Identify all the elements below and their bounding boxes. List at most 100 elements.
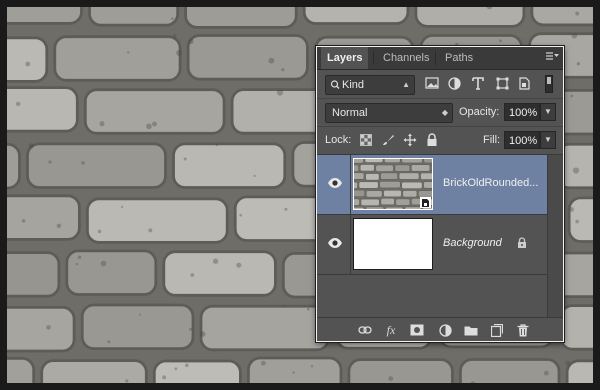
- layer-thumbnail: [353, 158, 433, 210]
- stone-pit: [152, 121, 157, 127]
- stone-pit: [174, 367, 178, 371]
- brick: [172, 142, 287, 189]
- stone-pit: [127, 51, 130, 54]
- trash-icon[interactable]: [515, 322, 531, 338]
- mask-icon[interactable]: [409, 322, 425, 338]
- tab-layers[interactable]: Layers: [321, 47, 369, 69]
- stone-pit: [199, 331, 206, 337]
- brick: [401, 159, 423, 164]
- filter-toggle-switch[interactable]: [545, 75, 553, 93]
- brick: [83, 88, 226, 135]
- stone-pit: [499, 39, 502, 43]
- layers-scrollbar[interactable]: [547, 155, 563, 317]
- fill-dropdown-icon[interactable]: ▼: [540, 131, 556, 149]
- brick: [359, 164, 375, 172]
- new-layer-icon[interactable]: [489, 322, 505, 338]
- stone-pit: [185, 363, 189, 368]
- stone-pit: [239, 213, 242, 217]
- filter-kind-select[interactable]: Kind ▲: [325, 75, 415, 95]
- brick: [354, 207, 365, 209]
- divider: [350, 215, 351, 275]
- lock-position-icon[interactable]: [403, 133, 417, 147]
- brick: [379, 181, 401, 189]
- filter-shape-icon[interactable]: [495, 76, 509, 90]
- stone-pit: [276, 89, 284, 96]
- opacity-label: Opacity:: [459, 106, 500, 118]
- stone-pit: [171, 17, 174, 20]
- stone-pit: [215, 143, 219, 147]
- stone-pit: [261, 360, 266, 366]
- brick: [384, 159, 401, 163]
- blend-mode-select[interactable]: Normal ◆: [325, 103, 453, 123]
- stone-pit: [148, 228, 153, 233]
- lock-transparent-pixels-icon[interactable]: [359, 133, 373, 147]
- blend-row: Normal ◆ Opacity: 100% ▼: [317, 98, 563, 127]
- layer-row-brick[interactable]: BrickOldRounded...: [317, 155, 547, 215]
- stone-pit: [56, 223, 62, 228]
- brick: [365, 206, 385, 209]
- tab-paths[interactable]: Paths: [439, 47, 479, 69]
- brick: [162, 250, 277, 297]
- brick: [354, 181, 358, 189]
- stone-pit: [284, 207, 288, 211]
- brick: [199, 304, 330, 352]
- stone-pit: [268, 57, 275, 64]
- opacity-input[interactable]: 100%: [504, 103, 540, 121]
- filter-adjustment-icon[interactable]: [447, 76, 461, 90]
- filter-row: Kind ▲: [317, 70, 563, 99]
- eye-icon[interactable]: [327, 237, 343, 249]
- brick: [423, 181, 432, 189]
- brick: [186, 34, 309, 81]
- lock-image-pixels-icon[interactable]: [381, 133, 395, 147]
- brick: [411, 164, 431, 172]
- brick: [380, 198, 395, 206]
- stone-pit: [318, 37, 321, 40]
- brick: [395, 198, 411, 206]
- brick: [383, 190, 402, 198]
- stone-pit: [283, 304, 286, 307]
- folder-icon[interactable]: [463, 322, 479, 338]
- layers-list: BrickOldRounded... Background: [317, 155, 547, 317]
- document-canvas[interactable]: Layers Channels Paths Kind ▲ Normal ◆ Op…: [0, 0, 600, 390]
- brick: [86, 197, 229, 244]
- adjustment-icon[interactable]: [437, 322, 453, 338]
- filter-pixel-icon[interactable]: [425, 76, 439, 90]
- brick: [354, 198, 360, 206]
- tab-divider: [435, 51, 436, 65]
- tab-channels[interactable]: Channels: [377, 47, 435, 69]
- stone-pit: [25, 61, 31, 67]
- stone-pit: [575, 11, 580, 16]
- stone-pit: [138, 313, 141, 316]
- brick: [360, 198, 380, 206]
- opacity-dropdown-icon[interactable]: ▼: [540, 103, 556, 121]
- eye-icon[interactable]: [327, 177, 343, 189]
- brick: [431, 164, 432, 172]
- layer-row-background[interactable]: Background: [317, 215, 547, 275]
- brick: [0, 194, 81, 241]
- stone-pit: [48, 160, 52, 164]
- brick: [423, 159, 432, 164]
- divider: [350, 155, 351, 215]
- layer-name[interactable]: Background: [443, 237, 502, 249]
- panel-tab-bar: Layers Channels Paths: [317, 47, 563, 70]
- brick: [0, 251, 61, 298]
- stone-pit: [16, 101, 21, 107]
- layer-name[interactable]: BrickOldRounded...: [443, 177, 538, 189]
- filter-smart-object-icon[interactable]: [517, 76, 531, 90]
- stone-pit: [565, 360, 571, 366]
- panel-menu-icon[interactable]: [545, 51, 559, 65]
- brick: [80, 303, 195, 350]
- link-icon[interactable]: [357, 322, 373, 338]
- brick: [354, 164, 359, 172]
- stone-pit: [281, 68, 285, 72]
- chevron-updown-icon: ▲: [402, 80, 410, 89]
- lock-all-icon[interactable]: [425, 133, 439, 147]
- filter-kind-label: Kind: [342, 79, 365, 91]
- stone-pit: [75, 262, 79, 266]
- stone-pit: [176, 50, 182, 56]
- filter-type-icon[interactable]: [471, 76, 485, 90]
- fill-input[interactable]: 100%: [504, 131, 540, 149]
- stone-pit: [100, 260, 107, 267]
- fx-icon[interactable]: fx: [383, 322, 399, 338]
- brick: [364, 159, 384, 163]
